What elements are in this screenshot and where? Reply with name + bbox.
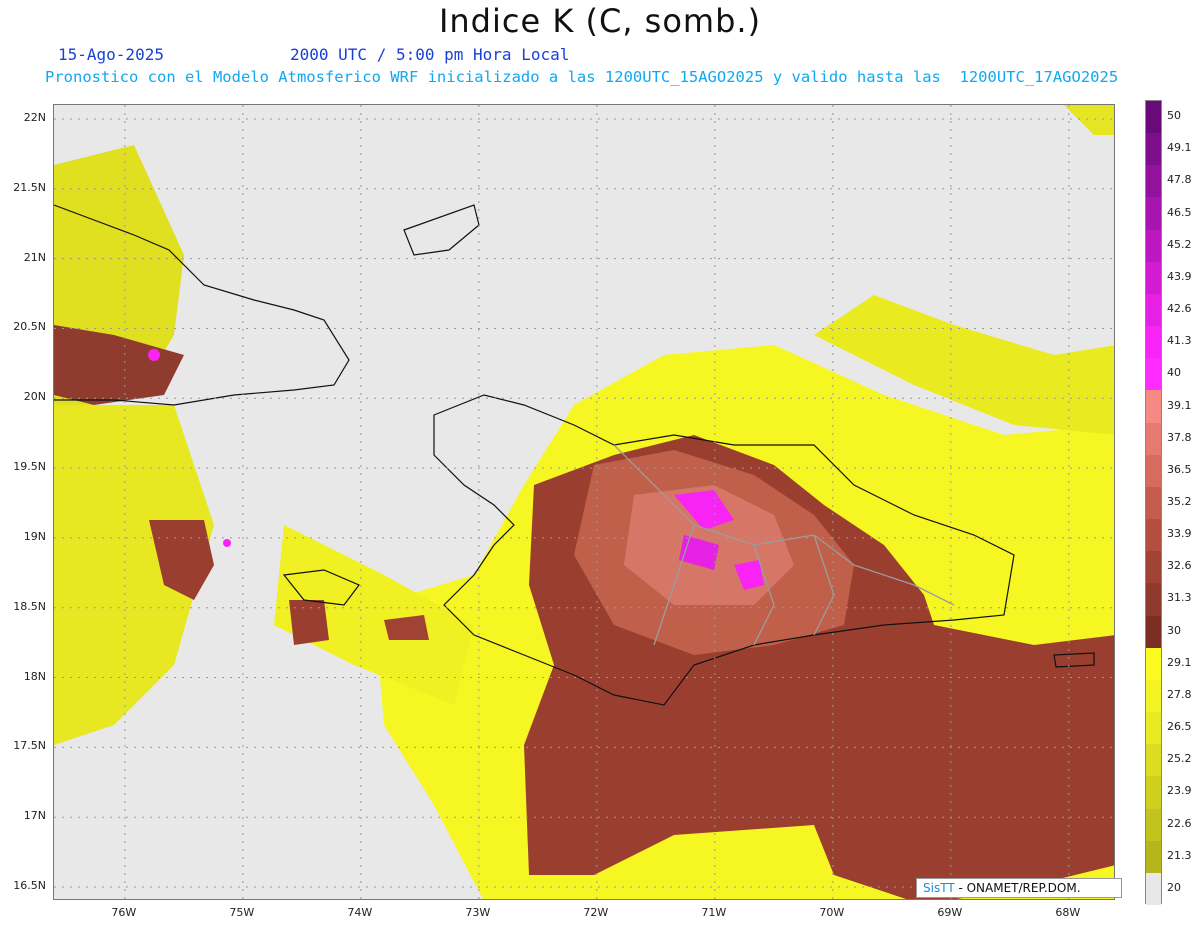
lat-label: 22N — [23, 110, 46, 124]
lon-label: 74W — [347, 906, 373, 919]
colorbar-segment — [1146, 486, 1161, 520]
colorbar-label: 37.8 — [1167, 430, 1192, 444]
lat-label: 16.5N — [13, 879, 46, 893]
lat-label: 19.5N — [13, 460, 46, 474]
colorbar-segment — [1146, 615, 1161, 649]
colorbar-label: 41.3 — [1167, 334, 1192, 348]
colorbar-segment — [1146, 326, 1161, 359]
coastline-bahamas — [403, 204, 480, 256]
colorbar-label: 46.5 — [1167, 205, 1192, 219]
colorbar-segment — [1146, 808, 1161, 842]
colorbar-segment — [1146, 744, 1161, 777]
field-brown-west-3 — [289, 600, 329, 645]
colorbar-segment — [1146, 101, 1161, 134]
map-panel — [53, 104, 1115, 900]
colorbar-label: 43.9 — [1167, 269, 1192, 283]
credit-text: - ONAMET/REP.DOM. — [954, 881, 1081, 895]
colorbar-segment — [1146, 647, 1161, 681]
colorbar-segment — [1146, 679, 1161, 713]
lon-label: 70W — [819, 906, 845, 919]
credit-brand: SisTT — [923, 881, 955, 895]
lat-label: 17N — [23, 809, 46, 823]
field-magenta-4 — [148, 349, 160, 361]
colorbar-segment — [1146, 293, 1161, 327]
colorbar-segment — [1146, 229, 1161, 263]
lon-label: 68W — [1055, 906, 1081, 919]
field-yellow-top-right — [1064, 105, 1114, 135]
lon-label: 73W — [465, 906, 491, 919]
colorbar-segment — [1146, 133, 1161, 166]
colorbar-segment — [1146, 583, 1161, 617]
colorbar-label: 20 — [1167, 880, 1181, 894]
colorbar-label: 47.8 — [1167, 173, 1192, 187]
forecast-time: 2000 UTC / 5:00 pm Hora Local — [290, 45, 570, 64]
colorbar-segment — [1146, 776, 1161, 810]
lat-label: 20.5N — [13, 320, 46, 334]
colorbar-segment — [1146, 422, 1161, 456]
lon-label: 72W — [583, 906, 609, 919]
forecast-description: Pronostico con el Modelo Atmosferico WRF… — [45, 68, 1119, 86]
colorbar-label: 39.1 — [1167, 398, 1192, 412]
colorbar-label: 26.5 — [1167, 720, 1192, 734]
colorbar-label: 36.5 — [1167, 462, 1192, 476]
colorbar-segment — [1146, 551, 1161, 584]
colorbar-label: 42.6 — [1167, 302, 1192, 316]
colorbar-segment — [1146, 712, 1161, 745]
colorbar-label: 50 — [1167, 109, 1181, 123]
colorbar — [1145, 100, 1162, 906]
colorbar-label: 27.8 — [1167, 687, 1192, 701]
colorbar-segment — [1146, 197, 1161, 231]
colorbar-label: 21.3 — [1167, 848, 1192, 862]
colorbar-segment — [1146, 261, 1161, 295]
colorbar-label: 31.3 — [1167, 591, 1192, 605]
colorbar-label: 25.2 — [1167, 752, 1192, 766]
lat-label: 18N — [23, 669, 46, 683]
lat-label: 17.5N — [13, 739, 46, 753]
lon-label: 76W — [111, 906, 137, 919]
colorbar-segment — [1146, 358, 1161, 391]
lat-label: 18.5N — [13, 599, 46, 613]
colorbar-segment — [1146, 165, 1161, 198]
k-index-map — [54, 105, 1114, 899]
colorbar-label: 33.9 — [1167, 527, 1192, 541]
credit-box: SisTT - ONAMET/REP.DOM. — [916, 878, 1122, 898]
colorbar-label: 29.1 — [1167, 655, 1192, 669]
colorbar-label: 45.2 — [1167, 237, 1192, 251]
lon-label: 75W — [229, 906, 255, 919]
chart-title: Indice K (C, somb.) — [438, 2, 762, 40]
field-magenta-5 — [223, 539, 231, 547]
colorbar-label: 22.6 — [1167, 816, 1192, 830]
colorbar-label: 23.9 — [1167, 784, 1192, 798]
lat-label: 19N — [23, 529, 46, 543]
lon-label: 69W — [937, 906, 963, 919]
lat-label: 20N — [23, 390, 46, 404]
colorbar-label: 30 — [1167, 623, 1181, 637]
lat-label: 21N — [23, 250, 46, 264]
colorbar-label: 49.1 — [1167, 141, 1192, 155]
colorbar-label: 35.2 — [1167, 495, 1192, 508]
lon-label: 71W — [701, 906, 727, 919]
colorbar-label: 32.6 — [1167, 559, 1192, 573]
colorbar-segment — [1146, 390, 1161, 424]
forecast-date: 15-Ago-2025 — [58, 45, 164, 64]
lat-label: 21.5N — [13, 180, 46, 194]
colorbar-label: 40 — [1167, 366, 1181, 380]
colorbar-segment — [1146, 519, 1161, 552]
colorbar-segment — [1146, 840, 1161, 874]
colorbar-segment — [1146, 454, 1161, 488]
colorbar-segment — [1146, 872, 1161, 906]
